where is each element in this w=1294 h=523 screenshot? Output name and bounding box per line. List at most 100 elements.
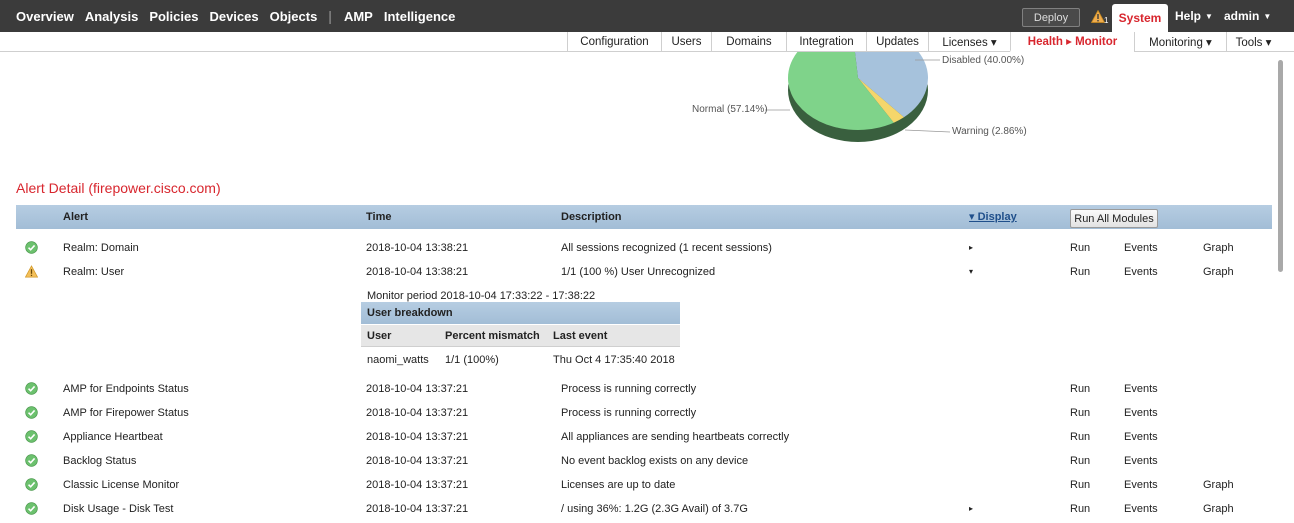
events-link[interactable]: Events [1124,425,1158,449]
nav-amp[interactable]: AMP [344,9,373,24]
nav-policies[interactable]: Policies [149,9,198,24]
subtab-tools[interactable]: Tools ▾ [1226,32,1280,52]
subtab-integration[interactable]: Integration [786,32,866,52]
graph-link[interactable]: Graph [1203,260,1234,284]
run-link[interactable]: Run [1070,473,1090,497]
table-row[interactable]: AMP for Endpoints Status 2018-10-04 13:37… [16,377,1272,401]
alert-detail-title: Alert Detail (firepower.cisco.com) [16,180,221,196]
alert-time: 2018-10-04 13:38:21 [366,242,469,254]
events-link[interactable]: Events [1124,497,1158,521]
alert-time: 2018-10-04 13:37:21 [366,479,469,491]
run-link[interactable]: Run [1070,425,1090,449]
chevron-down-icon: ▼ [1205,11,1213,21]
alert-time: 2018-10-04 13:37:21 [366,455,469,467]
column-alert[interactable]: Alert [63,205,88,229]
subtab-users[interactable]: Users [661,32,711,52]
graph-link[interactable]: Graph [1203,473,1234,497]
warning-count: 1 [1104,16,1109,25]
nav-devices[interactable]: Devices [209,9,258,24]
expand-toggle-icon[interactable]: ▸ [969,236,973,260]
column-percent-mismatch: Percent mismatch [445,330,540,342]
nav-objects[interactable]: Objects [270,9,318,24]
run-link[interactable]: Run [1070,401,1090,425]
graph-link[interactable]: Graph [1203,236,1234,260]
top-navigation-bar: Overview Analysis Policies Devices Objec… [0,0,1294,32]
check-circle-icon [25,430,38,443]
alert-description: Process is running correctly [561,383,697,395]
table-row[interactable]: Backlog Status 2018-10-04 13:37:21 No even… [16,449,1272,473]
events-link[interactable]: Events [1124,260,1158,284]
breakdown-percent: 1/1 (100%) [445,354,499,366]
column-description[interactable]: Description [561,205,622,229]
table-row[interactable]: Realm: User 2018-10-04 13:38:21 1/1 (100 %… [16,260,1272,284]
run-link[interactable]: Run [1070,260,1090,284]
help-label: Help [1175,9,1202,23]
alert-name[interactable]: Realm: User [63,260,124,284]
subtab-licenses[interactable]: Licenses ▾ [928,32,1010,52]
alert-time: 2018-10-04 13:37:21 [366,383,469,395]
alert-description: 1/1 (100 %) User Unrecognized [561,266,716,278]
pie-label-disabled: Disabled (40.00%) [942,55,1025,66]
alert-name[interactable]: Realm: Domain [63,236,139,260]
display-toggle-link[interactable]: ▾ Display [969,205,1017,229]
warning-icon [1090,9,1106,23]
health-status-pie-chart [765,52,951,142]
alert-name[interactable]: Classic License Monitor [63,473,179,497]
table-row[interactable]: AMP for Firepower Status 2018-10-04 13:37… [16,401,1272,425]
alert-name[interactable]: AMP for Firepower Status [63,401,189,425]
main-menu: Overview Analysis Policies Devices Objec… [16,0,466,32]
nav-intelligence[interactable]: Intelligence [384,9,456,24]
health-warning-indicator[interactable]: 1 [1090,9,1109,26]
subtab-configuration[interactable]: Configuration [567,32,661,52]
events-link[interactable]: Events [1124,377,1158,401]
events-link[interactable]: Events [1124,473,1158,497]
alert-time: 2018-10-04 13:37:21 [366,503,469,515]
deploy-button[interactable]: Deploy [1022,8,1080,27]
alert-name[interactable]: Appliance Heartbeat [63,425,163,449]
table-row[interactable]: Appliance Heartbeat 2018-10-04 13:37:21 Al… [16,425,1272,449]
run-link[interactable]: Run [1070,497,1090,521]
table-row[interactable]: Realm: Domain 2018-10-04 13:38:21 All sess… [16,236,1272,260]
run-link[interactable]: Run [1070,236,1090,260]
run-link[interactable]: Run [1070,377,1090,401]
alert-description: Licenses are up to date [561,479,676,491]
admin-label: admin [1224,9,1260,23]
alert-description: / using 36%: 1.2G (2.3G Avail) of 3.7G [561,503,748,515]
help-menu[interactable]: Help ▼ [1175,0,1213,32]
chevron-down-icon: ▼ [1263,11,1272,21]
scrollbar-thumb[interactable] [1278,60,1283,272]
table-row[interactable]: Disk Usage - Disk Test 2018-10-04 13:37:2… [16,497,1272,521]
check-circle-icon [25,454,38,467]
alert-name[interactable]: Backlog Status [63,449,136,473]
pie-leader-line [904,129,951,133]
events-link[interactable]: Events [1124,401,1158,425]
expand-toggle-icon[interactable]: ▸ [969,497,973,521]
expand-toggle-icon[interactable]: ▾ [969,260,973,284]
system-subnav: Configuration Users Domains Integration … [0,32,1294,52]
user-menu[interactable]: admin ▼ [1224,0,1271,32]
column-last-event: Last event [553,330,608,342]
events-link[interactable]: Events [1124,449,1158,473]
pie-label-warning: Warning (2.86%) [952,126,1027,137]
table-row[interactable]: Classic License Monitor 2018-10-04 13:37:… [16,473,1272,497]
alert-description: Process is running correctly [561,407,697,419]
subtab-monitoring[interactable]: Monitoring ▾ [1134,32,1226,52]
check-circle-icon [25,478,38,491]
subtab-domains[interactable]: Domains [711,32,786,52]
system-tab[interactable]: System [1112,4,1168,32]
column-time[interactable]: Time [366,205,391,229]
subtab-updates[interactable]: Updates [866,32,928,52]
events-link[interactable]: Events [1124,236,1158,260]
subtab-health-monitor[interactable]: Health ▸ Monitor [1010,32,1134,52]
check-circle-icon [25,406,38,419]
nav-overview[interactable]: Overview [16,9,74,24]
graph-link[interactable]: Graph [1203,497,1234,521]
run-link[interactable]: Run [1070,449,1090,473]
breakdown-last-event: Thu Oct 4 17:35:40 2018 [553,354,675,366]
alert-name[interactable]: AMP for Endpoints Status [63,377,189,401]
nav-analysis[interactable]: Analysis [85,9,138,24]
check-circle-icon [25,502,38,515]
warning-icon [25,265,38,278]
run-all-modules-button[interactable]: Run All Modules [1070,209,1158,228]
alert-name[interactable]: Disk Usage - Disk Test [63,497,173,521]
